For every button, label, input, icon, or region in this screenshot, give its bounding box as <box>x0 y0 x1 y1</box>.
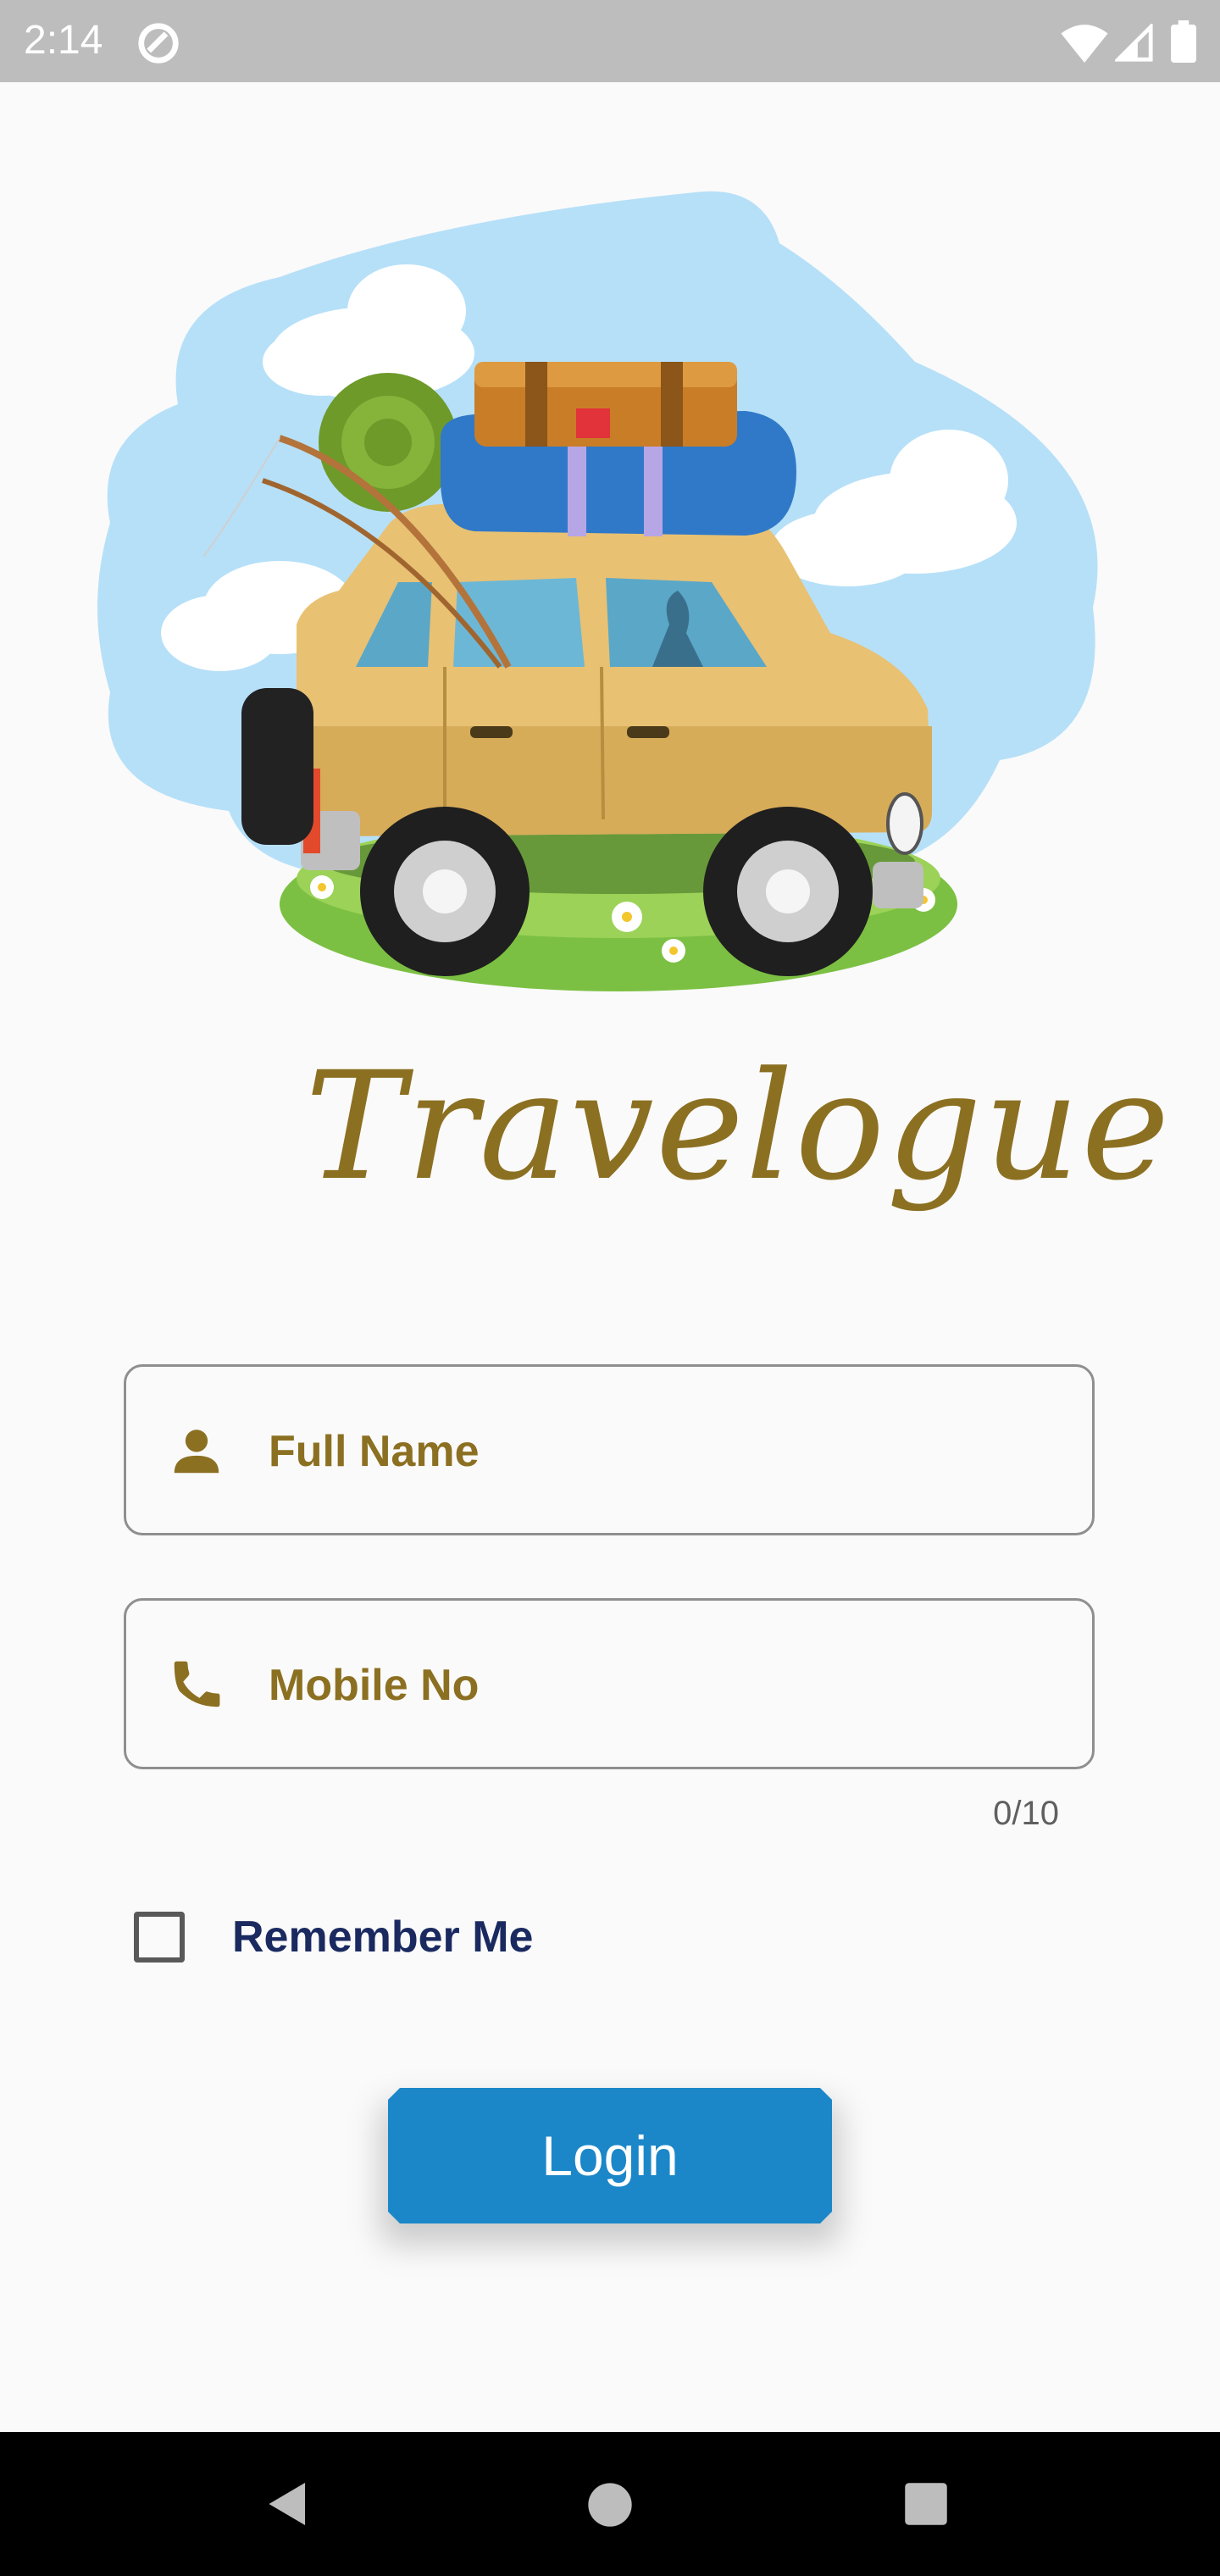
mobile-number-placeholder: Mobile No <box>269 1661 480 1710</box>
signal-icon <box>1115 24 1153 62</box>
full-name-placeholder: Full Name <box>269 1427 480 1476</box>
full-name-field[interactable]: Full Name <box>124 1364 1095 1535</box>
remember-me-checkbox[interactable] <box>134 1912 185 1963</box>
character-counter: 0/10 <box>993 1795 1059 1832</box>
phone-icon <box>174 1661 220 1707</box>
person-icon <box>174 1430 219 1474</box>
wifi-icon <box>1061 25 1108 63</box>
login-button[interactable]: Login <box>388 2088 832 2223</box>
car-with-luggage-illustration <box>97 191 1098 991</box>
sync-icon <box>138 23 179 64</box>
recents-icon[interactable] <box>903 2481 949 2527</box>
back-icon[interactable] <box>263 2478 313 2530</box>
system-nav-bar <box>0 2432 1220 2576</box>
remember-me-label[interactable]: Remember Me <box>232 1912 533 1963</box>
app-logo-text: Travelogue <box>305 1040 1172 1213</box>
home-icon[interactable] <box>586 2481 634 2529</box>
battery-icon <box>1171 20 1196 63</box>
status-bar: 2:14 <box>0 0 1220 82</box>
mobile-number-field[interactable]: Mobile No <box>124 1598 1095 1769</box>
status-time: 2:14 <box>24 18 103 63</box>
